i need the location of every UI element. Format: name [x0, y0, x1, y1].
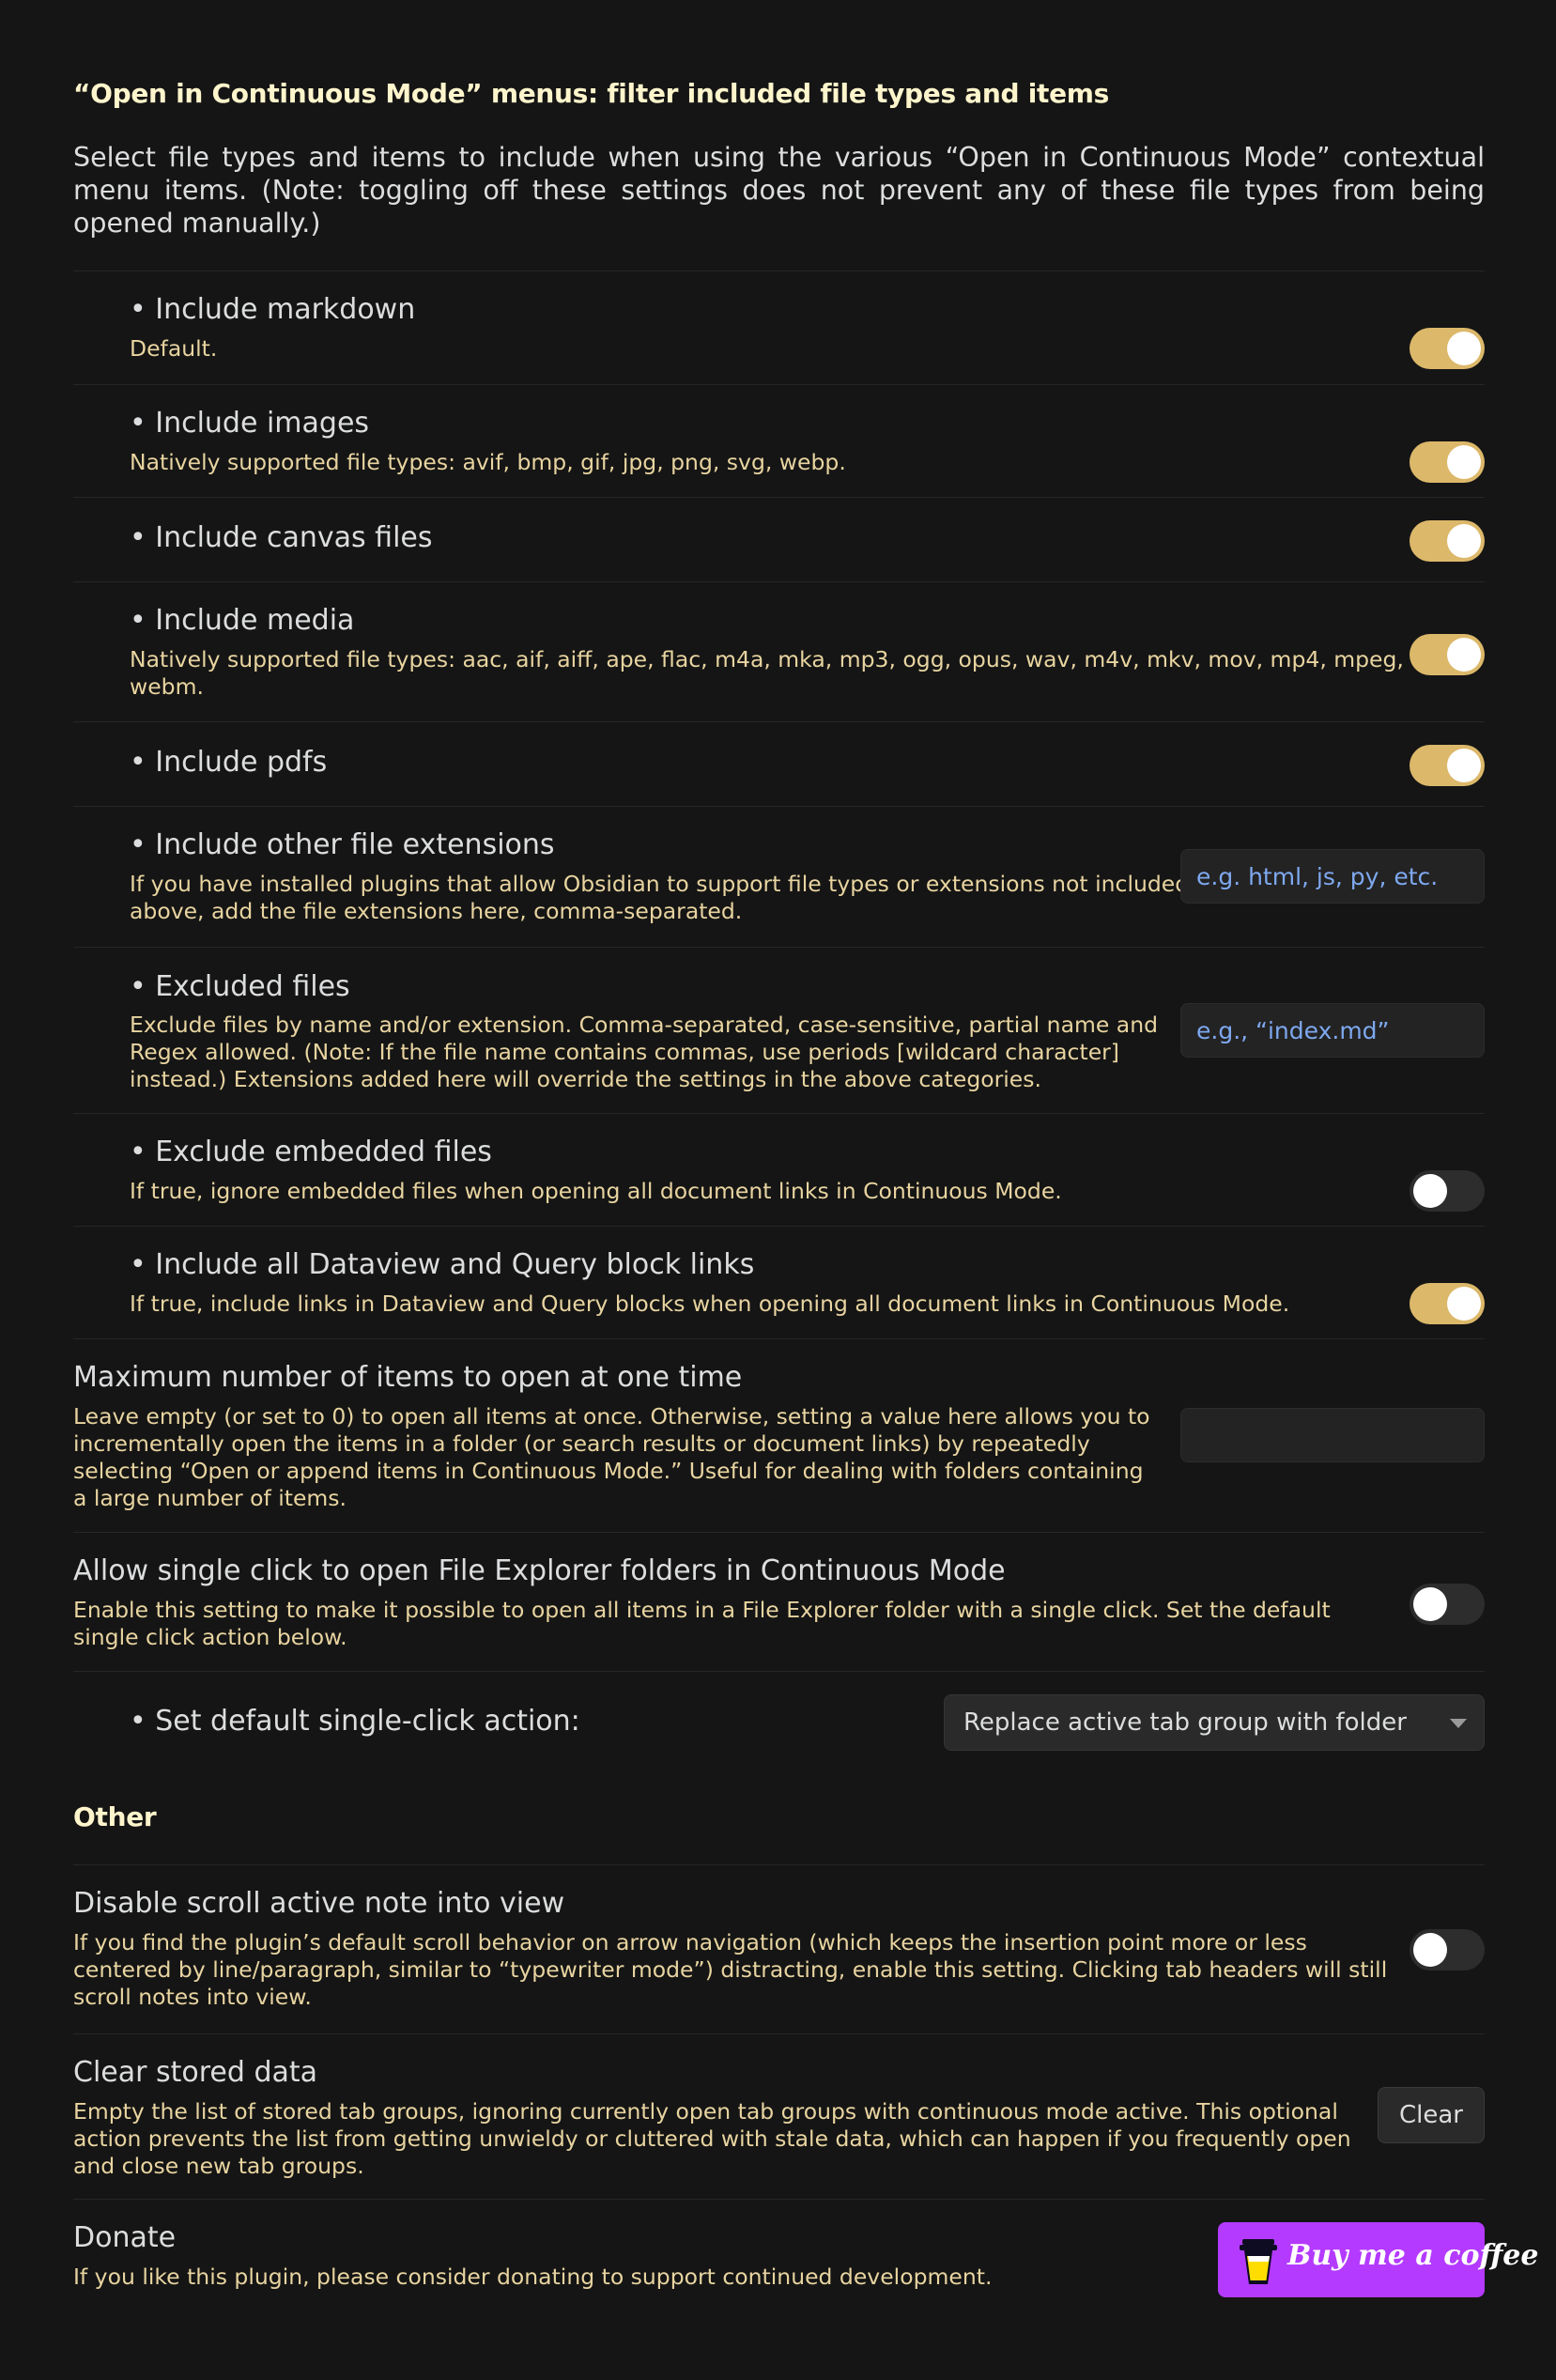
setting-donate: Donate If you like this plugin, please c… — [73, 2199, 1538, 2311]
setting-exclude-embedded: • Exclude embedded files If true, ignore… — [73, 1113, 1485, 1226]
setting-clear-data: Clear stored data Empty the list of stor… — [73, 2033, 1485, 2199]
other-extensions-input[interactable] — [1180, 849, 1485, 904]
dropdown-selected-value: Replace active tab group with folder — [963, 1708, 1407, 1737]
setting-name: • Include markdown — [130, 293, 416, 326]
setting-name: • Excluded files — [130, 970, 350, 1003]
menus-section-heading: “Open in Continuous Mode” menus: filter … — [73, 78, 1110, 109]
setting-max-items: Maximum number of items to open at one t… — [73, 1338, 1485, 1532]
include-canvas-toggle[interactable] — [1410, 520, 1485, 562]
setting-include-images: • Include images Natively supported file… — [73, 384, 1485, 497]
setting-dataview-links: • Include all Dataview and Query block l… — [73, 1226, 1485, 1338]
toggle-knob — [1413, 1174, 1447, 1208]
setting-description: Enable this setting to make it possible … — [73, 1597, 1331, 1650]
excluded-files-input[interactable] — [1180, 1003, 1485, 1058]
toggle-knob — [1447, 524, 1481, 558]
menus-section-intro: Select file types and items to include w… — [73, 142, 1485, 239]
default-action-dropdown[interactable]: Replace active tab group with folder — [944, 1694, 1485, 1751]
setting-default-action: • Set default single-click action: Repla… — [73, 1671, 1485, 1765]
setting-name: Donate — [73, 2221, 177, 2254]
setting-name: • Include pdfs — [130, 746, 328, 779]
toggle-knob — [1447, 749, 1481, 782]
setting-name: • Exclude embedded files — [130, 1136, 492, 1168]
include-images-toggle[interactable] — [1410, 441, 1485, 483]
setting-include-pdfs: • Include pdfs — [73, 721, 1485, 806]
setting-description: Natively supported file types: aac, aif,… — [130, 646, 1404, 700]
setting-include-media: • Include media Natively supported file … — [73, 581, 1485, 721]
setting-name: Maximum number of items to open at one t… — [73, 1361, 743, 1394]
setting-description: Leave empty (or set to 0) to open all it… — [73, 1403, 1150, 1511]
setting-single-click: Allow single click to open File Explorer… — [73, 1532, 1485, 1671]
toggle-knob — [1447, 1287, 1481, 1321]
setting-description: If you find the plugin’s default scroll … — [73, 1929, 1388, 2010]
toggle-knob — [1447, 332, 1481, 365]
setting-include-markdown: • Include markdown Default. — [73, 270, 1485, 384]
coffee-cup-icon — [1240, 2239, 1277, 2284]
setting-name: • Include canvas files — [130, 521, 433, 554]
setting-name: Clear stored data — [73, 2056, 318, 2089]
setting-name: Disable scroll active note into view — [73, 1887, 565, 1920]
single-click-toggle[interactable] — [1410, 1584, 1485, 1625]
setting-name: Allow single click to open File Explorer… — [73, 1554, 1006, 1587]
setting-description: Natively supported file types: avif, bmp… — [130, 449, 846, 475]
buy-me-a-coffee-button[interactable]: Buy me a coffee — [1218, 2222, 1538, 2297]
setting-name: • Set default single-click action: — [130, 1705, 580, 1738]
setting-name: • Include all Dataview and Query block l… — [130, 1248, 755, 1281]
setting-name: • Include media — [130, 604, 355, 637]
toggle-knob — [1413, 1587, 1447, 1621]
toggle-knob — [1413, 1933, 1447, 1967]
coffee-button-label: Buy me a coffee — [1287, 2239, 1539, 2272]
toggle-knob — [1447, 445, 1481, 479]
disable-scroll-toggle[interactable] — [1410, 1929, 1485, 1970]
setting-description: If you have installed plugins that allow… — [130, 871, 1190, 924]
toggle-knob — [1447, 638, 1481, 672]
setting-excluded-files: • Excluded files Exclude files by name a… — [73, 947, 1485, 1113]
setting-description: Empty the list of stored tab groups, ign… — [73, 2098, 1351, 2179]
dataview-links-toggle[interactable] — [1410, 1283, 1485, 1324]
chevron-down-icon — [1450, 1719, 1467, 1728]
setting-include-canvas: • Include canvas files — [73, 497, 1485, 581]
exclude-embedded-toggle[interactable] — [1410, 1170, 1485, 1212]
include-media-toggle[interactable] — [1410, 634, 1485, 675]
settings-page: “Open in Continuous Mode” menus: filter … — [0, 0, 1556, 2380]
setting-description: Default. — [130, 335, 218, 362]
other-section-heading: Other — [73, 1801, 157, 1832]
setting-description: If you like this plugin, please consider… — [73, 2264, 993, 2290]
include-markdown-toggle[interactable] — [1410, 328, 1485, 369]
clear-button[interactable]: Clear — [1378, 2087, 1485, 2143]
include-pdfs-toggle[interactable] — [1410, 745, 1485, 786]
setting-name: • Include other file extensions — [130, 828, 555, 861]
setting-description: If true, ignore embedded files when open… — [130, 1178, 1062, 1204]
max-items-input[interactable] — [1180, 1408, 1485, 1462]
setting-disable-scroll: Disable scroll active note into view If … — [73, 1864, 1485, 2033]
setting-description: If true, include links in Dataview and Q… — [130, 1290, 1290, 1317]
setting-other-extensions: • Include other file extensions If you h… — [73, 806, 1485, 947]
setting-name: • Include images — [130, 407, 370, 440]
setting-description: Exclude files by name and/or extension. … — [130, 1012, 1159, 1092]
